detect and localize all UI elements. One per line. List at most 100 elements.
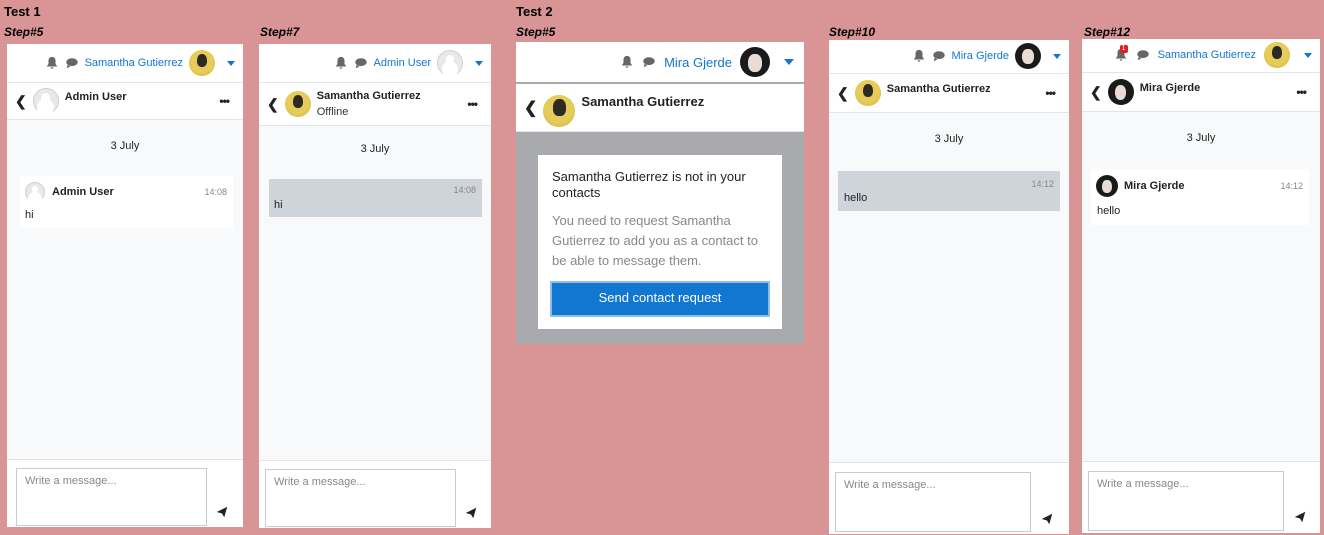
composer: Write a message... [829, 462, 1069, 534]
contact-status: Offline [316, 106, 349, 118]
chevron-down-icon[interactable] [227, 60, 235, 66]
messaging-panel: 1 Samantha Gutierrez ❮ Mira Gjerde ••• 3… [1082, 39, 1320, 533]
navbar: Mira Gjerde [829, 40, 1069, 72]
composer: Write a message... [259, 460, 491, 528]
more-options-icon[interactable]: ••• [1296, 85, 1307, 99]
back-icon[interactable]: ❮ [837, 85, 849, 102]
bell-icon[interactable] [912, 49, 926, 63]
user-avatar[interactable] [437, 50, 463, 76]
contact-name[interactable]: Mira Gjerde [1140, 82, 1201, 94]
user-menu-name[interactable]: Samantha Gutierrez [85, 57, 183, 69]
contact-name[interactable]: Samantha Gutierrez [317, 90, 421, 102]
test2-label: Test 2 [516, 4, 553, 19]
navbar: Mira Gjerde [516, 42, 804, 82]
conversation-header: ❮ Admin User ••• [7, 82, 243, 120]
conversation-header: ❮ Samantha Gutierrez Offline ••• [259, 82, 491, 126]
chat-icon[interactable] [932, 49, 946, 63]
contact-avatar [32, 88, 59, 114]
message-input[interactable]: Write a message... [835, 472, 1031, 532]
date-separator: 3 July [1186, 132, 1216, 144]
user-menu-name[interactable]: Mira Gjerde [952, 50, 1009, 62]
message-time: 14:12 [1280, 181, 1303, 191]
sender-avatar [25, 182, 45, 202]
back-icon[interactable]: ❮ [267, 96, 279, 113]
chat-icon[interactable] [354, 56, 368, 70]
step-label: Step#5 [516, 25, 556, 39]
message-text: hello [844, 192, 868, 204]
composer: Write a message... [1082, 461, 1320, 533]
message-bubble: Mira Gjerde 14:12 hello [1091, 169, 1309, 225]
sender-name: Admin User [52, 186, 114, 198]
send-icon[interactable] [1041, 513, 1053, 525]
messaging-panel: Admin User ❮ Samantha Gutierrez Offline … [259, 44, 491, 528]
step-label: Step#10 [829, 25, 876, 39]
sender-name: Mira Gjerde [1124, 180, 1185, 192]
chevron-down-icon[interactable] [1053, 53, 1061, 59]
step-label: Step#7 [260, 25, 300, 39]
date-separator: 3 July [360, 143, 390, 155]
message-area: 3 July Admin User 14:08 hi [7, 120, 243, 459]
date-separator: 3 July [934, 133, 964, 145]
contact-name[interactable]: Admin User [65, 91, 127, 103]
messaging-panel: Samantha Gutierrez ❮ Admin User ••• 3 Ju… [7, 44, 243, 527]
back-icon[interactable]: ❮ [15, 93, 27, 110]
message-text: hi [274, 199, 283, 211]
user-menu-name[interactable]: Samantha Gutierrez [1158, 49, 1256, 61]
notification-button[interactable]: 1 [1114, 45, 1128, 62]
notification-badge: 1 [1119, 45, 1128, 53]
contact-avatar [284, 91, 311, 117]
more-options-icon[interactable]: ••• [1045, 86, 1056, 100]
chevron-down-icon[interactable] [475, 60, 483, 66]
message-area: 3 July 14:08 hi [259, 126, 491, 460]
message-bubble: 14:12 hello [838, 171, 1060, 211]
chat-icon[interactable] [642, 55, 656, 69]
chevron-down-icon[interactable] [784, 59, 794, 65]
back-icon[interactable]: ❮ [1090, 84, 1102, 101]
conversation-header: ❮ Samantha Gutierrez ••• [829, 73, 1069, 113]
step-label: Step#5 [4, 25, 44, 39]
user-avatar[interactable] [189, 50, 215, 76]
user-menu-name[interactable]: Admin User [374, 57, 431, 69]
message-input[interactable]: Write a message... [16, 468, 207, 526]
bell-icon[interactable] [334, 56, 348, 70]
contact-request-notice: Samantha Gutierrez is not in your contac… [538, 155, 782, 329]
message-input[interactable]: Write a message... [1088, 471, 1284, 531]
send-contact-request-button[interactable]: Send contact request [550, 281, 770, 317]
message-time: 14:08 [453, 185, 476, 195]
message-time: 14:08 [204, 187, 227, 197]
conversation-header: ❮ Samantha Gutierrez [516, 84, 804, 132]
send-icon[interactable] [216, 506, 228, 518]
chat-icon[interactable] [65, 56, 79, 70]
navbar: 1 Samantha Gutierrez [1082, 39, 1320, 71]
user-menu-name[interactable]: Mira Gjerde [664, 55, 732, 70]
contact-avatar [543, 95, 576, 127]
composer: Write a message... [7, 459, 243, 527]
user-avatar[interactable] [1015, 43, 1041, 69]
step-label: Step#12 [1084, 25, 1131, 39]
send-icon[interactable] [465, 507, 477, 519]
bell-icon[interactable] [620, 55, 634, 69]
user-avatar[interactable] [740, 47, 770, 77]
user-avatar[interactable] [1264, 42, 1290, 68]
contact-name[interactable]: Samantha Gutierrez [887, 83, 991, 95]
back-icon[interactable]: ❮ [524, 98, 537, 118]
more-options-icon[interactable]: ••• [219, 94, 230, 108]
contact-avatar [1107, 79, 1134, 105]
message-bubble: Admin User 14:08 hi [20, 176, 233, 228]
chevron-down-icon[interactable] [1304, 52, 1312, 58]
bell-icon[interactable] [45, 56, 59, 70]
test1-label: Test 1 [4, 4, 41, 19]
send-icon[interactable] [1294, 511, 1306, 523]
notice-text: You need to request Samantha Gutierrez t… [552, 213, 758, 268]
navbar: Samantha Gutierrez [7, 44, 243, 82]
message-input[interactable]: Write a message... [265, 469, 456, 527]
contact-avatar [854, 80, 881, 106]
message-area: 3 July 14:12 hello [829, 113, 1069, 462]
notice-title: Samantha Gutierrez is not in your contac… [552, 169, 746, 200]
chat-icon[interactable] [1136, 48, 1150, 62]
message-area: 3 July Mira Gjerde 14:12 hello [1082, 112, 1320, 461]
message-text: hi [25, 209, 34, 221]
more-options-icon[interactable]: ••• [467, 97, 478, 111]
messaging-panel: Mira Gjerde ❮ Samantha Gutierrez Samanth… [516, 42, 804, 344]
contact-name[interactable]: Samantha Gutierrez [581, 94, 704, 109]
